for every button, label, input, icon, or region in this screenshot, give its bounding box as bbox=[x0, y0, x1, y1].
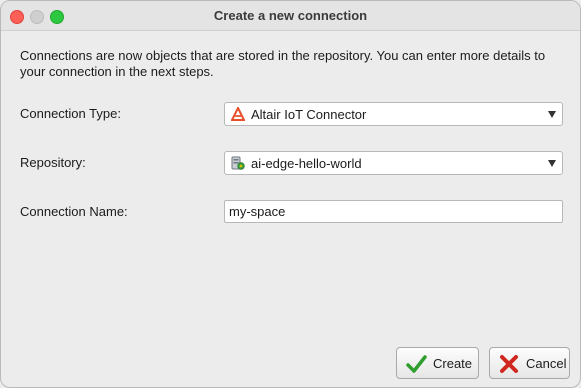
x-icon bbox=[500, 355, 518, 373]
repository-icon bbox=[231, 156, 245, 170]
repository-select[interactable]: ai-edge-hello-world bbox=[224, 151, 563, 175]
chevron-down-icon[interactable] bbox=[548, 111, 556, 118]
connection-type-select[interactable]: Altair IoT Connector bbox=[224, 102, 563, 126]
create-button-label: Create bbox=[433, 356, 473, 371]
chevron-down-icon[interactable] bbox=[548, 160, 556, 167]
window-title: Create a new connection bbox=[213, 8, 368, 23]
description-text: Connections are now objects that are sto… bbox=[20, 48, 546, 79]
connection-type-label: Connection Type: bbox=[20, 106, 121, 121]
repository-value: ai-edge-hello-world bbox=[251, 156, 362, 171]
connection-name-input[interactable] bbox=[224, 200, 563, 223]
dialog-window: Create a new connection Connections are … bbox=[0, 0, 581, 388]
repository-label: Repository: bbox=[20, 155, 86, 170]
cancel-button[interactable]: Cancel bbox=[489, 347, 570, 379]
altair-logo-icon bbox=[231, 107, 245, 121]
connection-name-label: Connection Name: bbox=[20, 204, 128, 219]
checkmark-icon bbox=[406, 355, 427, 373]
connection-type-value: Altair IoT Connector bbox=[251, 107, 367, 122]
title-bar: Create a new connection bbox=[1, 1, 580, 31]
create-button[interactable]: Create bbox=[396, 347, 479, 379]
cancel-button-label: Cancel bbox=[526, 356, 567, 371]
